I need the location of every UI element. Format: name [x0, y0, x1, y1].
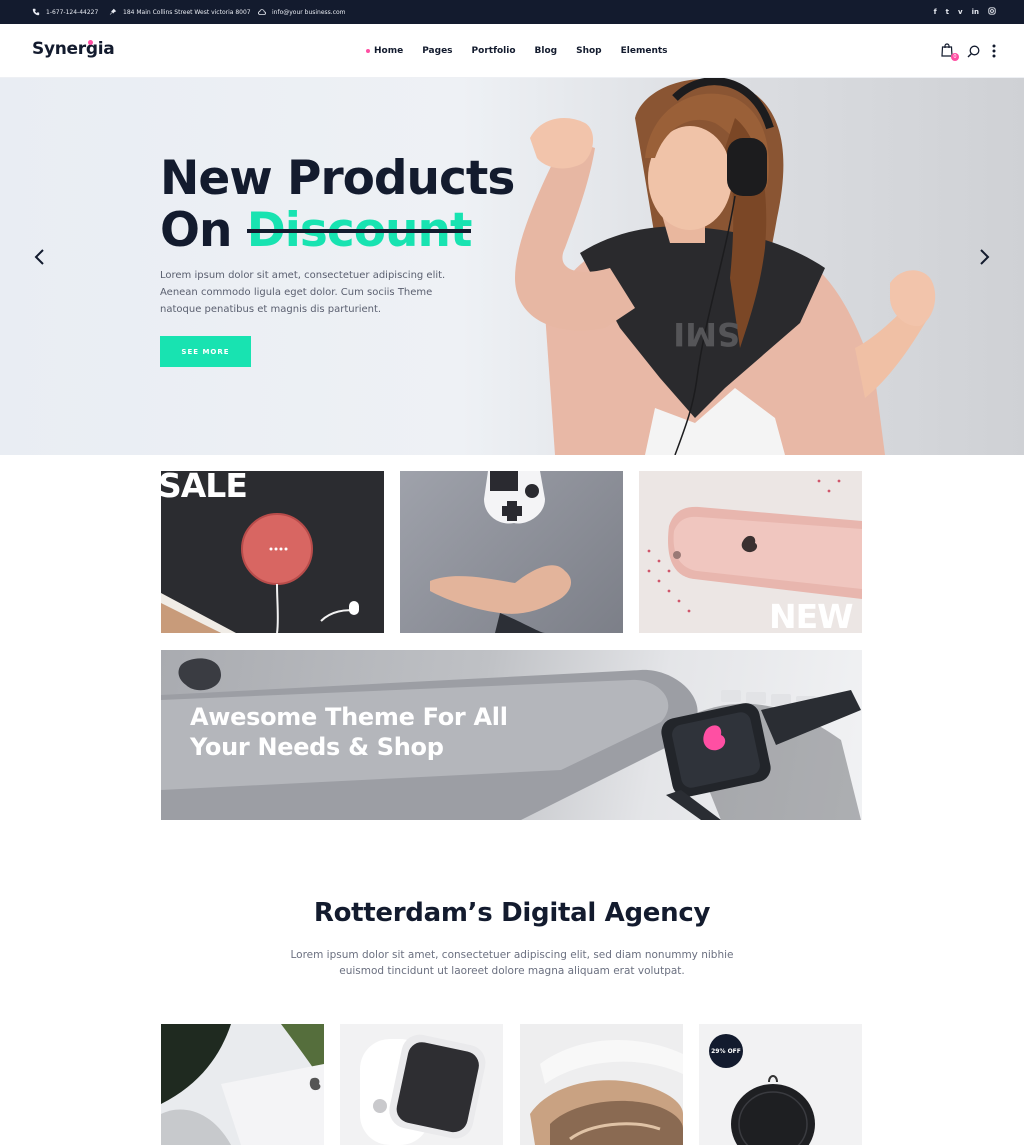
- slider-prev-arrow-icon[interactable]: [33, 248, 47, 266]
- social-links: f t v in: [934, 0, 996, 24]
- header-actions: 0: [941, 24, 996, 78]
- hero-title-line1: New Products: [160, 151, 515, 206]
- section-title: Rotterdam’s Digital Agency: [313, 898, 711, 928]
- product-card[interactable]: 29% OFF: [699, 1024, 862, 1145]
- phone-text: 1-677-124-44227: [46, 8, 99, 16]
- product-card[interactable]: [161, 1024, 324, 1145]
- banner-title-line2: Your Needs & Shop: [190, 733, 444, 761]
- pin-icon: [109, 8, 117, 15]
- main-nav: Home Pages Portfolio Blog Shop Elements: [366, 24, 668, 78]
- email-text: info@your business.com: [272, 8, 346, 16]
- see-more-button[interactable]: SEE MORE: [160, 336, 251, 367]
- phone-info[interactable]: 1-677-124-44227: [32, 0, 98, 24]
- nav-item-shop[interactable]: Shop: [576, 46, 602, 56]
- more-menu-icon[interactable]: [992, 44, 996, 58]
- cart-count-badge: 0: [951, 53, 959, 61]
- promo-tile-gaming[interactable]: [400, 471, 623, 633]
- address-text: 184 Main Collins Street West victoria 80…: [123, 8, 251, 16]
- nav-item-portfolio[interactable]: Portfolio: [472, 46, 516, 56]
- sale-label: SALE: [161, 471, 248, 505]
- nav-item-elements[interactable]: Elements: [621, 46, 668, 56]
- site-header: Synergia Home Pages Portfolio Blog Shop …: [0, 24, 1024, 78]
- new-label: NEW: [769, 597, 854, 633]
- phone-icon: [32, 8, 40, 16]
- product-card[interactable]: [520, 1024, 683, 1145]
- hero-model-image: SMI: [515, 78, 936, 455]
- banner-title-line1: Awesome Theme For All: [190, 703, 508, 731]
- email-info[interactable]: info@your business.com: [258, 0, 346, 24]
- svg-text:SMI: SMI: [673, 315, 740, 353]
- discount-badge: 29% OFF: [709, 1034, 743, 1068]
- instagram-icon[interactable]: [988, 7, 996, 17]
- game-controller-image: [430, 471, 572, 633]
- promo-tile-phone[interactable]: NEW: [639, 471, 862, 633]
- facebook-icon[interactable]: f: [934, 8, 937, 16]
- hero-title-line2: On Discount: [160, 205, 514, 257]
- section-description: Lorem ipsum dolor sit amet, consectetuer…: [290, 949, 734, 977]
- top-bar: 1-677-124-44227 184 Main Collins Street …: [0, 0, 1024, 24]
- search-icon[interactable]: [967, 45, 980, 58]
- product-card[interactable]: [340, 1024, 503, 1145]
- hero-title-strikethrough: Discount: [246, 203, 473, 258]
- cart-button[interactable]: 0: [941, 43, 959, 61]
- banner-title: Awesome Theme For All Your Needs & Shop: [190, 702, 508, 762]
- product-image: [360, 1034, 486, 1145]
- linkedin-icon[interactable]: in: [972, 8, 979, 16]
- nav-item-home[interactable]: Home: [366, 46, 403, 56]
- logo-accent-dot: [88, 40, 93, 45]
- cloud-icon: [258, 9, 266, 15]
- nav-item-pages[interactable]: Pages: [422, 46, 452, 56]
- slider-next-arrow-icon[interactable]: [977, 248, 991, 266]
- site-logo[interactable]: Synergia: [32, 39, 115, 59]
- hero-description: Lorem ipsum dolor sit amet, consectetuer…: [160, 270, 446, 315]
- nav-item-blog[interactable]: Blog: [535, 46, 558, 56]
- product-image: [161, 1024, 324, 1145]
- hero-title-prefix: On: [160, 203, 232, 258]
- product-image: [520, 1024, 683, 1145]
- hero-slider: SMI New Products On Discount Lorem ipsum…: [0, 78, 1024, 455]
- twitter-icon[interactable]: t: [946, 8, 949, 16]
- vimeo-icon[interactable]: v: [958, 8, 963, 16]
- address-info: 184 Main Collins Street West victoria 80…: [109, 0, 251, 24]
- promo-banner-watch[interactable]: Awesome Theme For All Your Needs & Shop: [161, 650, 862, 820]
- promo-tile-sale[interactable]: SALE: [161, 471, 384, 633]
- hero-title: New Products On Discount: [160, 151, 515, 257]
